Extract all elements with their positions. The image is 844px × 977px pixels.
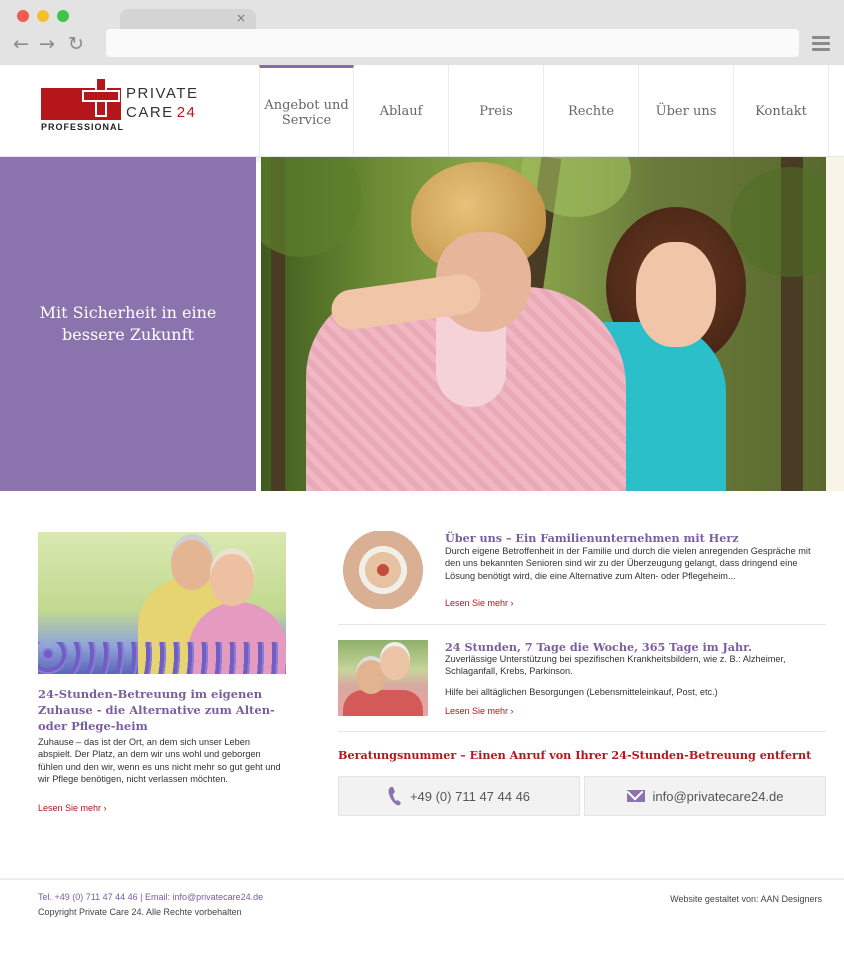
article-thumbnail[interactable] [338,531,428,609]
logo-text-private: PRIVATE [126,85,199,102]
minimize-window-button[interactable] [37,10,49,22]
browser-tab[interactable]: × [120,9,256,31]
site-header: PRIVATE CARE 24 PROFESSIONAL Angebot und … [0,65,844,157]
divider [338,624,826,625]
article-body-secondary: Hilfe bei alltäglichen Besorgungen (Lebe… [445,687,718,697]
hamburger-menu-icon[interactable] [812,36,830,52]
nav-item-ueber-uns[interactable]: Über uns [639,65,734,157]
main-navigation: Angebot und Service Ablauf Preis Rechte … [259,65,829,157]
phone-number: +49 (0) 711 47 44 46 [409,788,531,804]
footer-divider [0,878,844,880]
email-address: info@privatecare24.de [652,788,784,804]
mail-icon [626,790,645,802]
divider [338,731,826,732]
back-arrow-icon[interactable]: ← [13,34,29,54]
article-body: Durch eigene Betroffenheit in der Famili… [445,546,811,581]
nav-item-rechte[interactable]: Rechte [544,65,639,157]
consultation-title: Beratungsnummer – Einen Anruf von Ihrer … [338,748,812,762]
feature-title[interactable]: 24-Stunden-Betreuung im eigenen Zuhause … [38,686,278,734]
phone-contact-box[interactable]: +49 (0) 711 47 44 46 [338,776,580,816]
address-bar[interactable] [106,29,799,57]
hero-tagline: Mit Sicherheit in eine bessere Zukunft [39,303,217,344]
phone-icon [388,787,401,806]
close-window-button[interactable] [17,10,29,22]
article-thumbnail[interactable] [338,640,428,716]
hero-photo [261,157,826,491]
tab-close-icon[interactable]: × [236,11,246,25]
maximize-window-button[interactable] [57,10,69,22]
forward-arrow-icon[interactable]: → [39,34,55,54]
email-contact-box[interactable]: info@privatecare24.de [584,776,826,816]
logo[interactable]: PRIVATE CARE 24 PROFESSIONAL [40,77,210,133]
hero-tagline-panel: Mit Sicherheit in eine bessere Zukunft [0,157,256,491]
footer-credit[interactable]: Website gestaltet von: AAN Designers [670,894,822,904]
logo-text-professional: PROFESSIONAL [41,122,125,132]
article-read-more-link[interactable]: Lesen Sie mehr › [445,706,514,716]
article-body: Zuverlässige Unterstützung bei spezifisc… [445,654,786,677]
browser-chrome: × ← → ↻ [0,0,844,65]
feature-read-more-link[interactable]: Lesen Sie mehr › [38,803,107,813]
footer-copyright: Copyright Private Care 24. Alle Rechte v… [38,907,242,917]
nav-item-angebot-service[interactable]: Angebot und Service [259,65,354,157]
logo-text-care: CARE 24 [126,104,197,121]
nav-item-ablauf[interactable]: Ablauf [354,65,449,157]
article-title[interactable]: 24 Stunden, 7 Tage die Woche, 365 Tage i… [445,640,826,654]
reload-icon[interactable]: ↻ [68,34,84,54]
feature-body: Zuhause – das ist der Ort, an dem sich u… [38,737,281,784]
footer-contact[interactable]: Tel. +49 (0) 711 47 44 46 | Email: info@… [38,892,263,902]
feature-photo [38,532,286,674]
article-read-more-link[interactable]: Lesen Sie mehr › [445,598,514,608]
nav-item-preis[interactable]: Preis [449,65,544,157]
nav-item-kontakt[interactable]: Kontakt [734,65,829,157]
article-title[interactable]: Über uns – Ein Familienunternehmen mit H… [445,531,826,545]
